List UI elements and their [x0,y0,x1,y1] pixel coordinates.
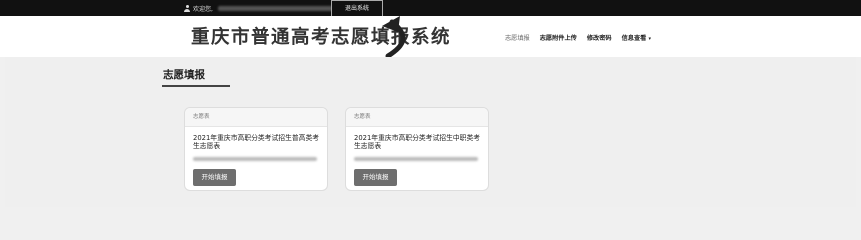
card-title: 2021年重庆市高职分类考试招生中职类考生志愿表 [354,134,481,150]
user-info: 欢迎您, [184,4,348,13]
chevron-down-icon: ▾ [648,36,652,42]
top-bar: 欢迎您, 退出系统 [0,0,861,17]
redacted-user-name [217,6,348,11]
nav-item-attachment-upload[interactable]: 志愿附件上传 [540,33,577,42]
redacted-date-range [354,157,478,161]
user-icon [184,5,190,12]
volunteer-form-card: 志愿表 2021年重庆市高职分类考试招生中职类考生志愿表 开始填报 [345,107,489,191]
header: 重庆市普通高考志愿填报系统 志愿填报 志愿附件上传 修改密码 信息查看 ▾ [0,16,861,59]
main-nav: 志愿填报 志愿附件上传 修改密码 信息查看 ▾ [505,33,661,42]
start-fill-button[interactable]: 开始填报 [193,169,236,186]
nav-item-volunteer-fill[interactable]: 志愿填报 [505,33,530,42]
annotation-arrow-icon [382,16,406,59]
page-title: 志愿填报 [163,69,205,81]
nav-item-change-password[interactable]: 修改密码 [587,33,612,42]
card-header: 志愿表 [346,108,488,127]
main-content: 志愿填报 志愿表 2021年重庆市高职分类考试招生普高类考生志愿表 开始填报 志… [5,57,856,207]
card-title: 2021年重庆市高职分类考试招生普高类考生志愿表 [193,134,320,150]
card-header: 志愿表 [185,108,327,127]
logout-button[interactable]: 退出系统 [331,0,383,17]
nav-item-info-view-label: 信息查看 [621,35,647,42]
redacted-date-range [193,157,317,161]
volunteer-form-card: 志愿表 2021年重庆市高职分类考试招生普高类考生志愿表 开始填报 [184,107,328,191]
nav-item-info-view[interactable]: 信息查看 ▾ [622,33,651,42]
start-fill-button[interactable]: 开始填报 [354,169,397,186]
welcome-text: 欢迎您, [193,6,213,13]
title-underline [162,85,230,87]
